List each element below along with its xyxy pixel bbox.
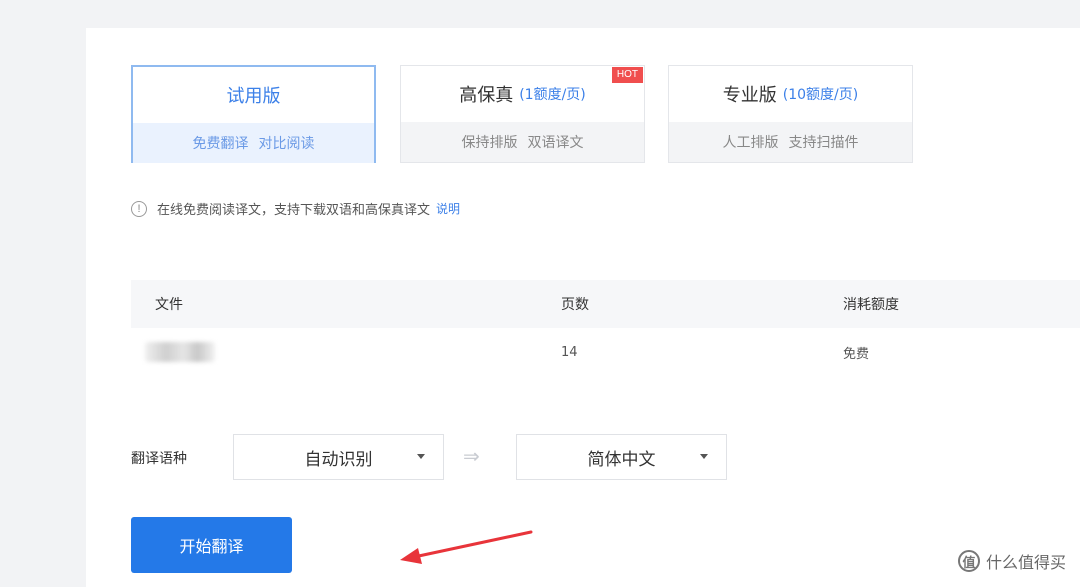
language-label: 翻译语种 [131,451,187,467]
caret-down-icon [700,454,708,459]
plan-feature: 免费翻译 [192,136,249,152]
plan-price: (1额度/页) [519,87,586,103]
source-language-select[interactable]: 自动识别 [233,434,444,480]
info-circle-icon: ! [131,200,147,217]
annotation-arrow-icon [400,530,533,564]
file-table: 文件 页数 消耗额度 14 免费 [131,280,1080,376]
plan-name: 试用版 [226,86,281,107]
blurred-filename [145,342,215,362]
plan-card-trial[interactable]: 试用版 免费翻译 对比阅读 [131,65,376,163]
info-text: 在线免费阅读译文，支持下载双语和高保真译文 [157,203,431,218]
target-language-select[interactable]: 简体中文 [516,434,727,480]
watermark-logo-icon: 值 [957,550,980,572]
table-header: 文件 页数 消耗额度 [131,280,1080,328]
source-language-value: 自动识别 [304,449,373,470]
plan-feature: 对比阅读 [258,136,315,152]
hot-badge: HOT [611,67,643,83]
explain-link[interactable]: 说明 [436,200,460,217]
start-translate-button[interactable]: 开始翻译 [131,517,292,573]
plan-price: (10额度/页) [782,87,859,103]
plan-feature: 保持排版 [461,135,518,151]
plan-card-professional[interactable]: 专业版 (10额度/页) 人工排版 支持扫描件 [668,65,913,163]
target-language-value: 简体中文 [587,449,656,470]
column-header-pages: 页数 [561,297,589,313]
cost-value: 免费 [843,346,870,362]
watermark: 值 什么值得买 [957,549,1066,573]
page-count: 14 [561,344,578,360]
plan-feature: 双语译文 [527,135,584,151]
plan-name: 专业版 [722,85,777,106]
plan-name: 高保真 [459,85,514,106]
double-arrow-right-icon: ⇒ [463,444,480,468]
plan-feature: 人工排版 [722,135,779,151]
translation-panel: 试用版 免费翻译 对比阅读 HOT 高保真 (1额度/页) 保持排版 双语译文 … [86,28,1080,587]
column-header-file: 文件 [155,297,183,313]
info-note: ! 在线免费阅读译文，支持下载双语和高保真译文 说明 [131,199,460,218]
table-row: 14 免费 [131,328,1080,376]
column-header-cost: 消耗额度 [843,297,899,313]
watermark-text: 什么值得买 [985,553,1066,572]
caret-down-icon [417,454,425,459]
plan-feature: 支持扫描件 [788,135,859,151]
plan-card-high-fidelity[interactable]: HOT 高保真 (1额度/页) 保持排版 双语译文 [400,65,645,163]
